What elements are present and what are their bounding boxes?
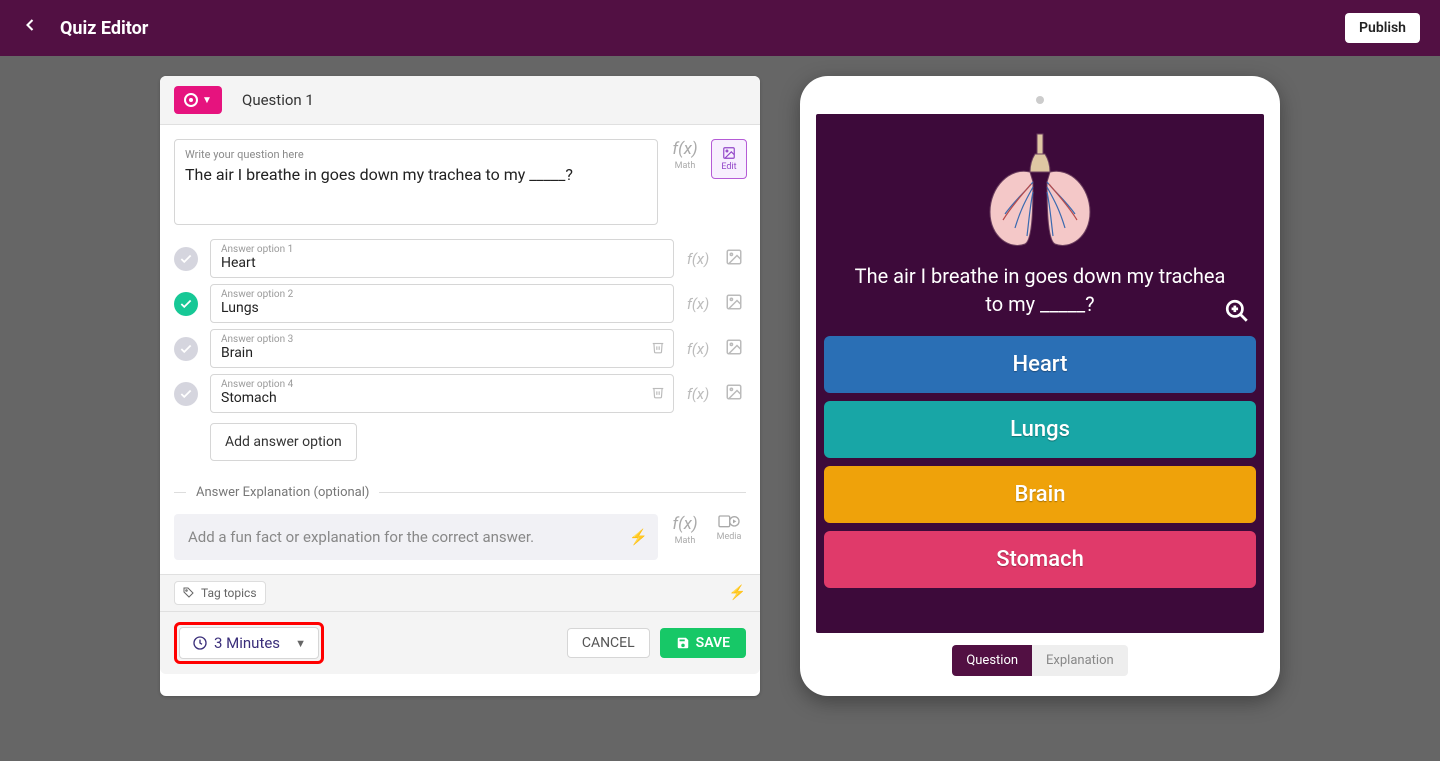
image-icon	[720, 146, 738, 160]
math-tool[interactable]: f(x) Math	[672, 514, 697, 546]
preview-answer[interactable]: Lungs	[824, 401, 1256, 458]
edit-label: Edit	[721, 162, 736, 172]
answer-value: Lungs	[221, 300, 643, 316]
bolt-icon[interactable]: ⚡	[729, 585, 746, 601]
answer-placeholder: Answer option 2	[221, 289, 643, 300]
preview-area: The air I breathe in goes down my trache…	[816, 114, 1264, 633]
time-limit-dropdown[interactable]: 3 Minutes ▼	[179, 627, 319, 659]
answer-input[interactable]: Answer option 4 Stomach	[210, 374, 674, 413]
preview-question-area: The air I breathe in goes down my trache…	[820, 118, 1260, 336]
time-highlight: 3 Minutes ▼	[174, 622, 324, 664]
add-answer-option-button[interactable]: Add answer option	[210, 423, 357, 461]
question-editor-card: ▼ Question 1 Write your question here Th…	[160, 76, 760, 696]
tab-explanation[interactable]: Explanation	[1032, 645, 1128, 676]
preview-answer[interactable]: Brain	[824, 466, 1256, 523]
image-icon[interactable]	[722, 293, 746, 315]
preview-tabs: Question Explanation	[816, 645, 1264, 676]
save-icon	[676, 636, 690, 650]
page-title: Quiz Editor	[60, 18, 148, 39]
media-icon	[717, 514, 741, 530]
question-number-label: Question 1	[242, 91, 314, 109]
mark-correct-toggle[interactable]	[174, 382, 198, 406]
zoom-icon[interactable]	[1224, 298, 1250, 328]
publish-button[interactable]: Publish	[1345, 13, 1420, 43]
mark-correct-toggle[interactable]	[174, 292, 198, 316]
radio-icon	[184, 93, 198, 107]
fx-icon[interactable]: f(x)	[686, 295, 710, 313]
time-label: 3 Minutes	[214, 634, 280, 652]
preview-answer[interactable]: Heart	[824, 336, 1256, 393]
math-tool[interactable]: f(x) Math	[672, 139, 697, 171]
answer-placeholder: Answer option 4	[221, 379, 643, 390]
tab-question[interactable]: Question	[952, 645, 1032, 676]
media-tool[interactable]: Media	[717, 514, 742, 542]
answer-input[interactable]: Answer option 3 Brain	[210, 329, 674, 368]
save-label: SAVE	[696, 635, 730, 651]
bolt-icon[interactable]: ⚡	[629, 528, 648, 546]
tag-topics-button[interactable]: Tag topics	[174, 581, 266, 605]
preview-tablet: The air I breathe in goes down my trache…	[800, 76, 1280, 696]
caret-down-icon: ▼	[202, 95, 212, 106]
app-header: Quiz Editor Publish	[0, 0, 1440, 56]
caret-down-icon: ▼	[295, 637, 306, 650]
preview-answer-list: Heart Lungs Brain Stomach	[820, 336, 1260, 594]
back-icon[interactable]	[20, 15, 40, 41]
delete-icon[interactable]	[651, 385, 665, 403]
image-icon[interactable]	[722, 248, 746, 270]
answer-row: Answer option 4 Stomach f(x)	[174, 374, 746, 413]
tablet-camera-dot	[1036, 96, 1044, 104]
question-type-dropdown[interactable]: ▼	[174, 86, 222, 114]
explanation-divider: Answer Explanation (optional)	[174, 485, 746, 500]
fx-icon[interactable]: f(x)	[686, 340, 710, 358]
answer-row: Answer option 3 Brain f(x)	[174, 329, 746, 368]
preview-question-text: The air I breathe in goes down my trache…	[830, 262, 1250, 318]
delete-icon[interactable]	[651, 340, 665, 358]
mark-correct-toggle[interactable]	[174, 337, 198, 361]
tag-icon	[183, 587, 195, 599]
answer-placeholder: Answer option 3	[221, 334, 643, 345]
answer-input[interactable]: Answer option 1 Heart	[210, 239, 674, 278]
clock-icon	[192, 635, 208, 651]
explanation-input[interactable]: Add a fun fact or explanation for the co…	[174, 514, 658, 560]
answer-placeholder: Answer option 1	[221, 244, 643, 255]
answer-value: Stomach	[221, 390, 643, 406]
answer-input[interactable]: Answer option 2 Lungs	[210, 284, 674, 323]
answer-value: Heart	[221, 255, 643, 271]
answer-row: Answer option 2 Lungs f(x)	[174, 284, 746, 323]
card-header: ▼ Question 1	[160, 76, 760, 125]
mark-correct-toggle[interactable]	[174, 247, 198, 271]
answer-value: Brain	[221, 345, 643, 361]
question-text: The air I breathe in goes down my trache…	[185, 165, 647, 184]
question-input[interactable]: Write your question here The air I breat…	[174, 139, 658, 225]
header-left: Quiz Editor	[20, 15, 148, 41]
explanation-heading: Answer Explanation (optional)	[196, 485, 369, 500]
math-label: Math	[675, 161, 696, 171]
card-footer: 3 Minutes ▼ CANCEL SAVE	[160, 611, 760, 674]
media-label: Media	[717, 532, 742, 542]
image-icon[interactable]	[722, 338, 746, 360]
image-icon[interactable]	[722, 383, 746, 405]
tag-topics-label: Tag topics	[201, 586, 257, 600]
save-button[interactable]: SAVE	[660, 628, 746, 658]
fx-icon[interactable]: f(x)	[686, 250, 710, 268]
tag-topics-row: Tag topics ⚡	[160, 574, 760, 611]
preview-answer[interactable]: Stomach	[824, 531, 1256, 588]
edit-media-button[interactable]: Edit	[711, 139, 747, 179]
explanation-placeholder: Add a fun fact or explanation for the co…	[188, 528, 534, 546]
answer-list: Answer option 1 Heart f(x) Answer option…	[174, 239, 746, 413]
cancel-button[interactable]: CANCEL	[567, 628, 650, 658]
fx-icon: f(x)	[672, 514, 697, 534]
question-placeholder: Write your question here	[185, 148, 647, 161]
answer-row: Answer option 1 Heart f(x)	[174, 239, 746, 278]
fx-icon: f(x)	[672, 139, 697, 159]
lungs-image	[975, 132, 1105, 252]
fx-icon[interactable]: f(x)	[686, 385, 710, 403]
math-label: Math	[675, 536, 696, 546]
